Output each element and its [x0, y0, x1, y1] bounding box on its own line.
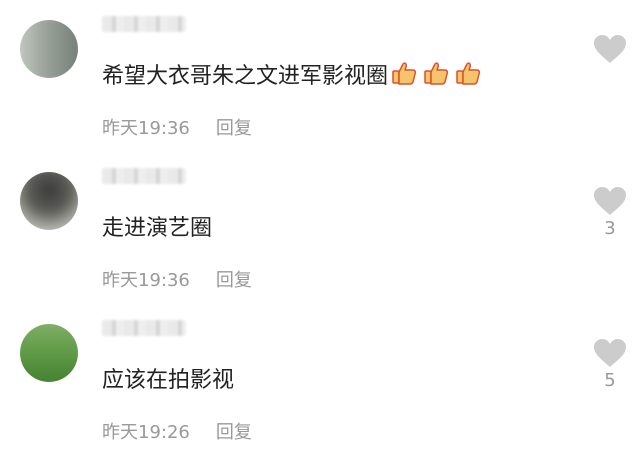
- comment-meta: 昨天19:26 回复: [102, 418, 252, 444]
- comment-text-content: 走进演艺圈: [102, 216, 213, 241]
- avatar[interactable]: [20, 172, 78, 230]
- comment-time: 昨天19:26: [102, 422, 190, 443]
- comment-item: 应该在拍影视 昨天19:26 回复 5: [0, 310, 640, 460]
- comment-time: 昨天19:36: [102, 118, 190, 139]
- comment-meta: 昨天19:36 回复: [102, 114, 252, 140]
- like-button[interactable]: 5: [592, 338, 628, 391]
- comment-text: 应该在拍影视: [102, 362, 234, 394]
- reply-button[interactable]: 回复: [216, 422, 252, 443]
- comment-meta: 昨天19:36 回复: [102, 266, 252, 292]
- comment-item: 希望大衣哥朱之文进军影视圈 昨天19:36 回复: [0, 6, 640, 156]
- reply-button[interactable]: 回复: [216, 270, 252, 291]
- avatar[interactable]: [20, 20, 78, 78]
- like-count: 5: [604, 370, 616, 391]
- username-blurred[interactable]: [102, 16, 186, 32]
- comment-time: 昨天19:36: [102, 270, 190, 291]
- comment-item: 走进演艺圈 昨天19:36 回复 3: [0, 158, 640, 308]
- thumbs-up-icon: [456, 62, 481, 85]
- reply-button[interactable]: 回复: [216, 118, 252, 139]
- thumbs-up-icon: [424, 62, 449, 85]
- username-blurred[interactable]: [102, 320, 186, 336]
- comment-text: 希望大衣哥朱之文进军影视圈: [102, 58, 486, 93]
- comment-text: 走进演艺圈: [102, 210, 212, 242]
- heart-icon: [594, 35, 626, 63]
- avatar[interactable]: [20, 324, 78, 382]
- thumbs-up-icon: [392, 62, 417, 85]
- heart-icon: [594, 339, 626, 367]
- username-blurred[interactable]: [102, 168, 186, 184]
- comment-text-content: 希望大衣哥朱之文进军影视圈: [102, 64, 389, 89]
- comment-text-content: 应该在拍影视: [102, 368, 235, 393]
- heart-icon: [594, 187, 626, 215]
- emoji-group: [390, 59, 486, 93]
- like-button[interactable]: [592, 34, 628, 66]
- like-button[interactable]: 3: [592, 186, 628, 239]
- like-count: 3: [604, 218, 616, 239]
